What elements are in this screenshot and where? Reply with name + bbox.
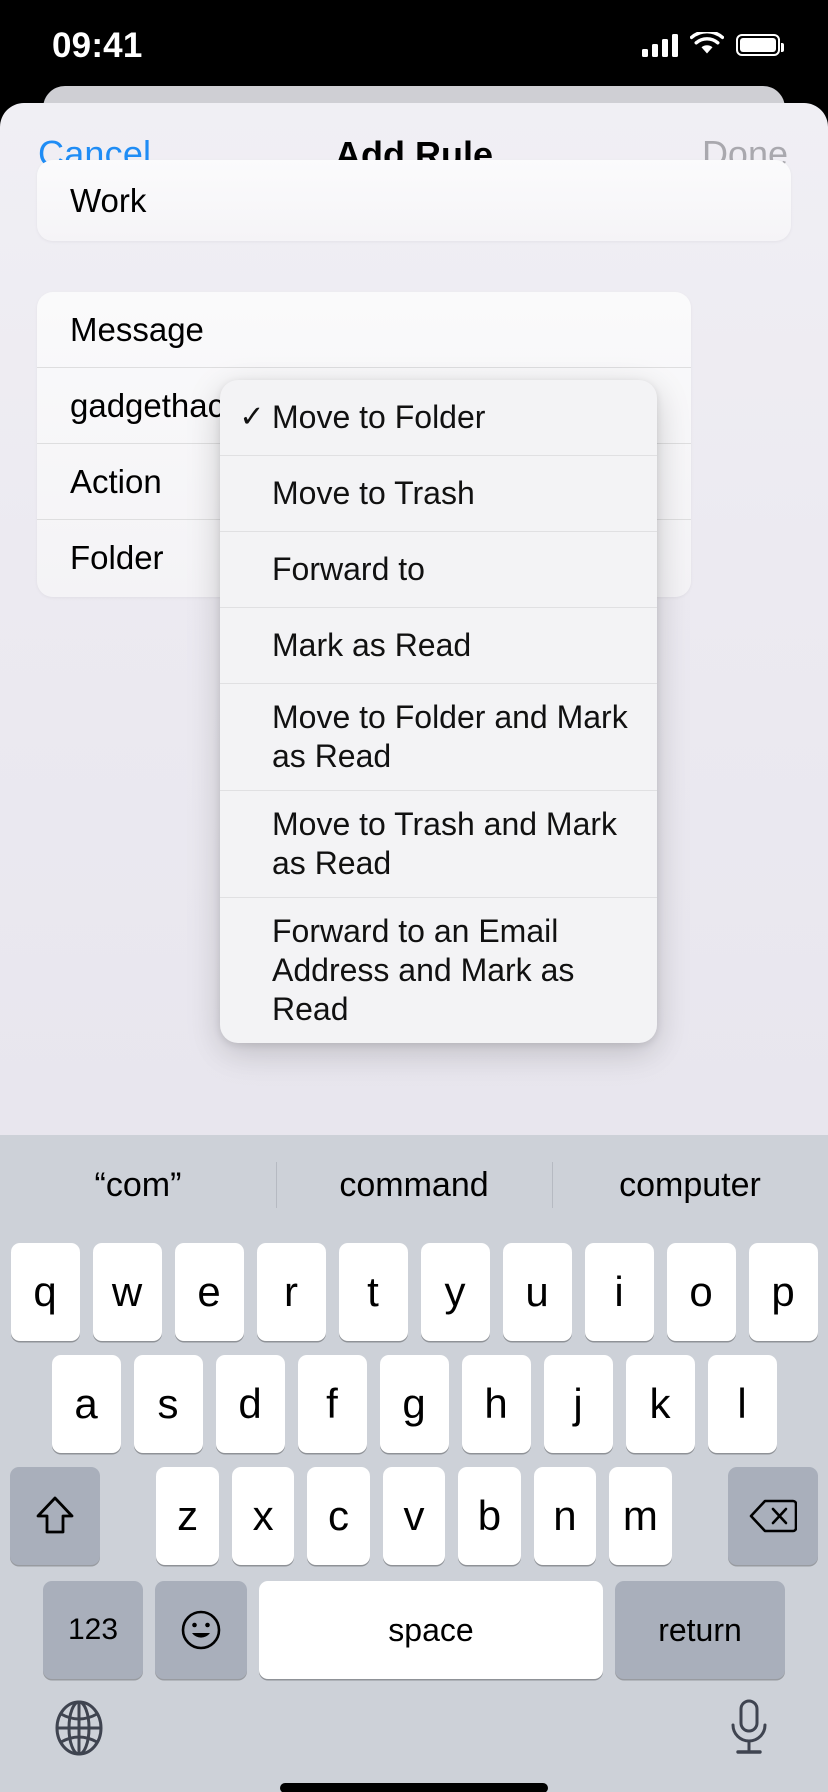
key-f[interactable]: f [297,1355,367,1453]
menu-item-move-to-folder[interactable]: ✓ Move to Folder [220,380,657,456]
menu-item-label: Move to Folder and Mark as Read [272,699,628,775]
key-h[interactable]: h [461,1355,531,1453]
numbers-key[interactable]: 123 [43,1581,143,1679]
rule-name-value: Work [70,181,147,219]
key-m[interactable]: m [609,1467,672,1565]
key-l[interactable]: l [707,1355,777,1453]
checkmark-icon: ✓ [239,400,265,434]
action-dropdown-menu: ✓ Move to Folder Move to Trash Forward t… [220,380,657,1044]
key-b[interactable]: b [458,1467,521,1565]
key-i[interactable]: i [584,1243,654,1341]
backspace-icon [749,1499,798,1533]
keyboard-row-2: a s d f g h j k l [0,1355,828,1453]
delete-key[interactable] [728,1467,818,1565]
key-j[interactable]: j [543,1355,613,1453]
menu-item-forward-to-email-and-mark-as-read[interactable]: Forward to an Email Address and Mark as … [220,898,657,1043]
form-row-message[interactable]: Message [37,292,691,368]
menu-item-mark-as-read[interactable]: Mark as Read [220,608,657,684]
emoji-face-icon [181,1610,221,1650]
key-u[interactable]: u [502,1243,572,1341]
globe-key[interactable] [50,1699,108,1762]
battery-icon [736,33,784,56]
key-d[interactable]: d [215,1355,285,1453]
predictive-suggestion-bar: “com” command computer [0,1135,828,1235]
key-v[interactable]: v [382,1467,446,1565]
key-w[interactable]: w [92,1243,162,1341]
key-e[interactable]: e [174,1243,244,1341]
key-t[interactable]: t [338,1243,408,1341]
status-bar-time: 09:41 [52,26,143,65]
key-o[interactable]: o [666,1243,736,1341]
key-r[interactable]: r [256,1243,326,1341]
key-k[interactable]: k [625,1355,695,1453]
key-g[interactable]: g [379,1355,449,1453]
key-s[interactable]: s [133,1355,203,1453]
shift-arrow-icon [36,1496,74,1534]
home-indicator[interactable] [280,1783,548,1792]
keyboard-bottom-bar [0,1685,828,1792]
key-p[interactable]: p [748,1243,818,1341]
emoji-key[interactable] [155,1581,247,1679]
menu-item-label: Move to Trash [272,474,475,511]
microphone-icon [731,1699,767,1754]
keyboard-row-1: q w e r t y u i o p [0,1243,828,1341]
wifi-icon [690,32,724,54]
suggestion-1[interactable]: command [276,1166,552,1205]
space-key[interactable]: space [259,1581,603,1679]
menu-item-label: Move to Trash and Mark as Read [272,806,618,882]
key-c[interactable]: c [307,1467,370,1565]
return-key[interactable]: return [615,1581,785,1679]
shift-key[interactable] [10,1467,100,1565]
rule-name-field[interactable]: Work [37,160,791,241]
menu-item-forward-to[interactable]: Forward to [220,532,657,608]
key-x[interactable]: x [231,1467,295,1565]
menu-item-move-to-trash[interactable]: Move to Trash [220,456,657,532]
key-z[interactable]: z [156,1467,219,1565]
menu-item-label: Forward to an Email Address and Mark as … [272,913,575,1028]
suggestion-2[interactable]: computer [552,1166,828,1205]
suggestion-0[interactable]: “com” [0,1166,276,1205]
software-keyboard: “com” command computer q w e r t y u i o… [0,1135,828,1792]
globe-icon [55,1700,103,1756]
status-bar-indicators [642,32,784,57]
cellular-signal-icon [642,33,678,57]
dictation-key[interactable] [722,1697,776,1764]
key-a[interactable]: a [51,1355,121,1453]
key-n[interactable]: n [533,1467,597,1565]
key-q[interactable]: q [10,1243,80,1341]
menu-item-label: Forward to [272,550,425,587]
phone-screen: 09:41 Cancel Add Rule Done Work Message … [0,0,828,1792]
keyboard-row-3: z x c v b n m [0,1467,828,1565]
menu-item-move-to-trash-and-mark-as-read[interactable]: Move to Trash and Mark as Read [220,791,657,899]
key-y[interactable]: y [420,1243,490,1341]
menu-item-label: Move to Folder [272,398,486,435]
menu-item-label: Mark as Read [272,626,472,663]
menu-item-move-to-folder-and-mark-as-read[interactable]: Move to Folder and Mark as Read [220,684,657,792]
keyboard-row-4: 123 space return [0,1581,828,1679]
